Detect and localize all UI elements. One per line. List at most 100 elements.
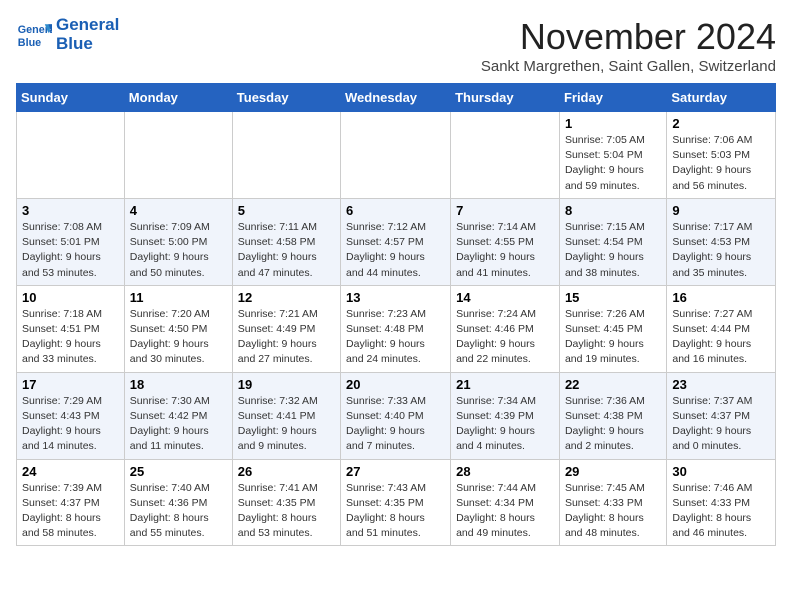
column-header-sunday: Sunday <box>17 84 125 112</box>
day-number: 9 <box>672 203 770 218</box>
calendar-cell <box>124 112 232 199</box>
svg-text:Blue: Blue <box>18 36 41 48</box>
day-number: 20 <box>346 377 445 392</box>
day-number: 7 <box>456 203 554 218</box>
calendar-cell: 13Sunrise: 7:23 AM Sunset: 4:48 PM Dayli… <box>341 285 451 372</box>
day-number: 25 <box>130 464 227 479</box>
calendar-cell: 1 Sunrise: 7:05 AM Sunset: 5:04 PM Daylig… <box>559 112 666 199</box>
day-info: Sunrise: 7:34 AM Sunset: 4:39 PM Dayligh… <box>456 394 554 455</box>
day-info: Sunrise: 7:17 AM Sunset: 4:53 PM Dayligh… <box>672 220 770 281</box>
day-number: 19 <box>238 377 335 392</box>
day-number: 22 <box>565 377 661 392</box>
calendar-cell: 11 Sunrise: 7:20 AM Sunset: 4:50 PM Dayli… <box>124 285 232 372</box>
day-info: Sunrise: 7:45 AM Sunset: 4:33 PM Dayligh… <box>565 481 661 542</box>
column-header-thursday: Thursday <box>451 84 560 112</box>
day-info: Sunrise: 7:23 AM Sunset: 4:48 PM Dayligh… <box>346 307 445 368</box>
calendar-week-row: 3 Sunrise: 7:08 AM Sunset: 5:01 PM Daylig… <box>17 198 776 285</box>
calendar-cell: 22 Sunrise: 7:36 AM Sunset: 4:38 PM Dayli… <box>559 372 666 459</box>
day-number: 3 <box>22 203 119 218</box>
day-number: 12 <box>238 290 335 305</box>
day-number: 17 <box>22 377 119 392</box>
calendar-cell: 17 Sunrise: 7:29 AM Sunset: 4:43 PM Dayli… <box>17 372 125 459</box>
day-info: Sunrise: 7:37 AM Sunset: 4:37 PM Dayligh… <box>672 394 770 455</box>
day-number: 4 <box>130 203 227 218</box>
logo-icon: General Blue <box>16 17 52 53</box>
day-info: Sunrise: 7:32 AM Sunset: 4:41 PM Dayligh… <box>238 394 335 455</box>
page-header: General Blue General Blue November 2024 … <box>16 16 776 75</box>
day-number: 26 <box>238 464 335 479</box>
calendar-cell: 3 Sunrise: 7:08 AM Sunset: 5:01 PM Daylig… <box>17 198 125 285</box>
day-number: 2 <box>672 116 770 131</box>
day-number: 10 <box>22 290 119 305</box>
day-info: Sunrise: 7:27 AM Sunset: 4:44 PM Dayligh… <box>672 307 770 368</box>
day-number: 8 <box>565 203 661 218</box>
day-number: 15 <box>565 290 661 305</box>
logo-text-general: General <box>56 16 119 35</box>
calendar-cell: 10 Sunrise: 7:18 AM Sunset: 4:51 PM Dayli… <box>17 285 125 372</box>
calendar-cell <box>232 112 340 199</box>
day-number: 28 <box>456 464 554 479</box>
calendar-cell: 2 Sunrise: 7:06 AM Sunset: 5:03 PM Daylig… <box>667 112 776 199</box>
day-info: Sunrise: 7:39 AM Sunset: 4:37 PM Dayligh… <box>22 481 119 542</box>
calendar-cell: 9 Sunrise: 7:17 AM Sunset: 4:53 PM Daylig… <box>667 198 776 285</box>
day-number: 14 <box>456 290 554 305</box>
calendar-cell: 8 Sunrise: 7:15 AM Sunset: 4:54 PM Daylig… <box>559 198 666 285</box>
column-header-wednesday: Wednesday <box>341 84 451 112</box>
day-info: Sunrise: 7:21 AM Sunset: 4:49 PM Dayligh… <box>238 307 335 368</box>
day-info: Sunrise: 7:33 AM Sunset: 4:40 PM Dayligh… <box>346 394 445 455</box>
day-info: Sunrise: 7:30 AM Sunset: 4:42 PM Dayligh… <box>130 394 227 455</box>
calendar-cell: 12 Sunrise: 7:21 AM Sunset: 4:49 PM Dayli… <box>232 285 340 372</box>
day-info: Sunrise: 7:43 AM Sunset: 4:35 PM Dayligh… <box>346 481 445 542</box>
day-info: Sunrise: 7:20 AM Sunset: 4:50 PM Dayligh… <box>130 307 227 368</box>
day-number: 16 <box>672 290 770 305</box>
calendar-cell: 18 Sunrise: 7:30 AM Sunset: 4:42 PM Dayli… <box>124 372 232 459</box>
calendar-cell: 28 Sunrise: 7:44 AM Sunset: 4:34 PM Dayli… <box>451 459 560 546</box>
calendar-week-row: 1 Sunrise: 7:05 AM Sunset: 5:04 PM Daylig… <box>17 112 776 199</box>
day-number: 1 <box>565 116 661 131</box>
logo-text-blue: Blue <box>56 35 119 54</box>
calendar-cell: 14 Sunrise: 7:24 AM Sunset: 4:46 PM Dayli… <box>451 285 560 372</box>
calendar-cell: 23 Sunrise: 7:37 AM Sunset: 4:37 PM Dayli… <box>667 372 776 459</box>
month-title: November 2024 <box>481 16 776 58</box>
day-info: Sunrise: 7:44 AM Sunset: 4:34 PM Dayligh… <box>456 481 554 542</box>
day-number: 24 <box>22 464 119 479</box>
column-header-monday: Monday <box>124 84 232 112</box>
calendar-week-row: 24 Sunrise: 7:39 AM Sunset: 4:37 PM Dayli… <box>17 459 776 546</box>
calendar-cell: 4 Sunrise: 7:09 AM Sunset: 5:00 PM Daylig… <box>124 198 232 285</box>
day-info: Sunrise: 7:09 AM Sunset: 5:00 PM Dayligh… <box>130 220 227 281</box>
day-info: Sunrise: 7:26 AM Sunset: 4:45 PM Dayligh… <box>565 307 661 368</box>
day-info: Sunrise: 7:18 AM Sunset: 4:51 PM Dayligh… <box>22 307 119 368</box>
day-number: 18 <box>130 377 227 392</box>
calendar-cell: 29 Sunrise: 7:45 AM Sunset: 4:33 PM Dayli… <box>559 459 666 546</box>
day-number: 6 <box>346 203 445 218</box>
calendar-cell <box>341 112 451 199</box>
day-info: Sunrise: 7:08 AM Sunset: 5:01 PM Dayligh… <box>22 220 119 281</box>
calendar-cell: 21Sunrise: 7:34 AM Sunset: 4:39 PM Dayli… <box>451 372 560 459</box>
calendar-cell: 27Sunrise: 7:43 AM Sunset: 4:35 PM Dayli… <box>341 459 451 546</box>
day-info: Sunrise: 7:14 AM Sunset: 4:55 PM Dayligh… <box>456 220 554 281</box>
calendar-header-row: SundayMondayTuesdayWednesdayThursdayFrid… <box>17 84 776 112</box>
location-subtitle: Sankt Margrethen, Saint Gallen, Switzerl… <box>481 58 776 75</box>
day-info: Sunrise: 7:06 AM Sunset: 5:03 PM Dayligh… <box>672 133 770 194</box>
day-number: 11 <box>130 290 227 305</box>
day-info: Sunrise: 7:46 AM Sunset: 4:33 PM Dayligh… <box>672 481 770 542</box>
calendar-cell <box>17 112 125 199</box>
day-info: Sunrise: 7:05 AM Sunset: 5:04 PM Dayligh… <box>565 133 661 194</box>
day-info: Sunrise: 7:24 AM Sunset: 4:46 PM Dayligh… <box>456 307 554 368</box>
title-area: November 2024 Sankt Margrethen, Saint Ga… <box>481 16 776 75</box>
day-info: Sunrise: 7:40 AM Sunset: 4:36 PM Dayligh… <box>130 481 227 542</box>
column-header-friday: Friday <box>559 84 666 112</box>
calendar-cell: 25 Sunrise: 7:40 AM Sunset: 4:36 PM Dayli… <box>124 459 232 546</box>
column-header-saturday: Saturday <box>667 84 776 112</box>
calendar-cell: 26Sunrise: 7:41 AM Sunset: 4:35 PM Dayli… <box>232 459 340 546</box>
day-info: Sunrise: 7:15 AM Sunset: 4:54 PM Dayligh… <box>565 220 661 281</box>
calendar-cell: 6Sunrise: 7:12 AM Sunset: 4:57 PM Daylig… <box>341 198 451 285</box>
logo: General Blue General Blue <box>16 16 119 53</box>
day-number: 23 <box>672 377 770 392</box>
day-info: Sunrise: 7:36 AM Sunset: 4:38 PM Dayligh… <box>565 394 661 455</box>
calendar-week-row: 17 Sunrise: 7:29 AM Sunset: 4:43 PM Dayli… <box>17 372 776 459</box>
day-info: Sunrise: 7:29 AM Sunset: 4:43 PM Dayligh… <box>22 394 119 455</box>
calendar-cell: 15 Sunrise: 7:26 AM Sunset: 4:45 PM Dayli… <box>559 285 666 372</box>
day-number: 29 <box>565 464 661 479</box>
day-info: Sunrise: 7:11 AM Sunset: 4:58 PM Dayligh… <box>238 220 335 281</box>
